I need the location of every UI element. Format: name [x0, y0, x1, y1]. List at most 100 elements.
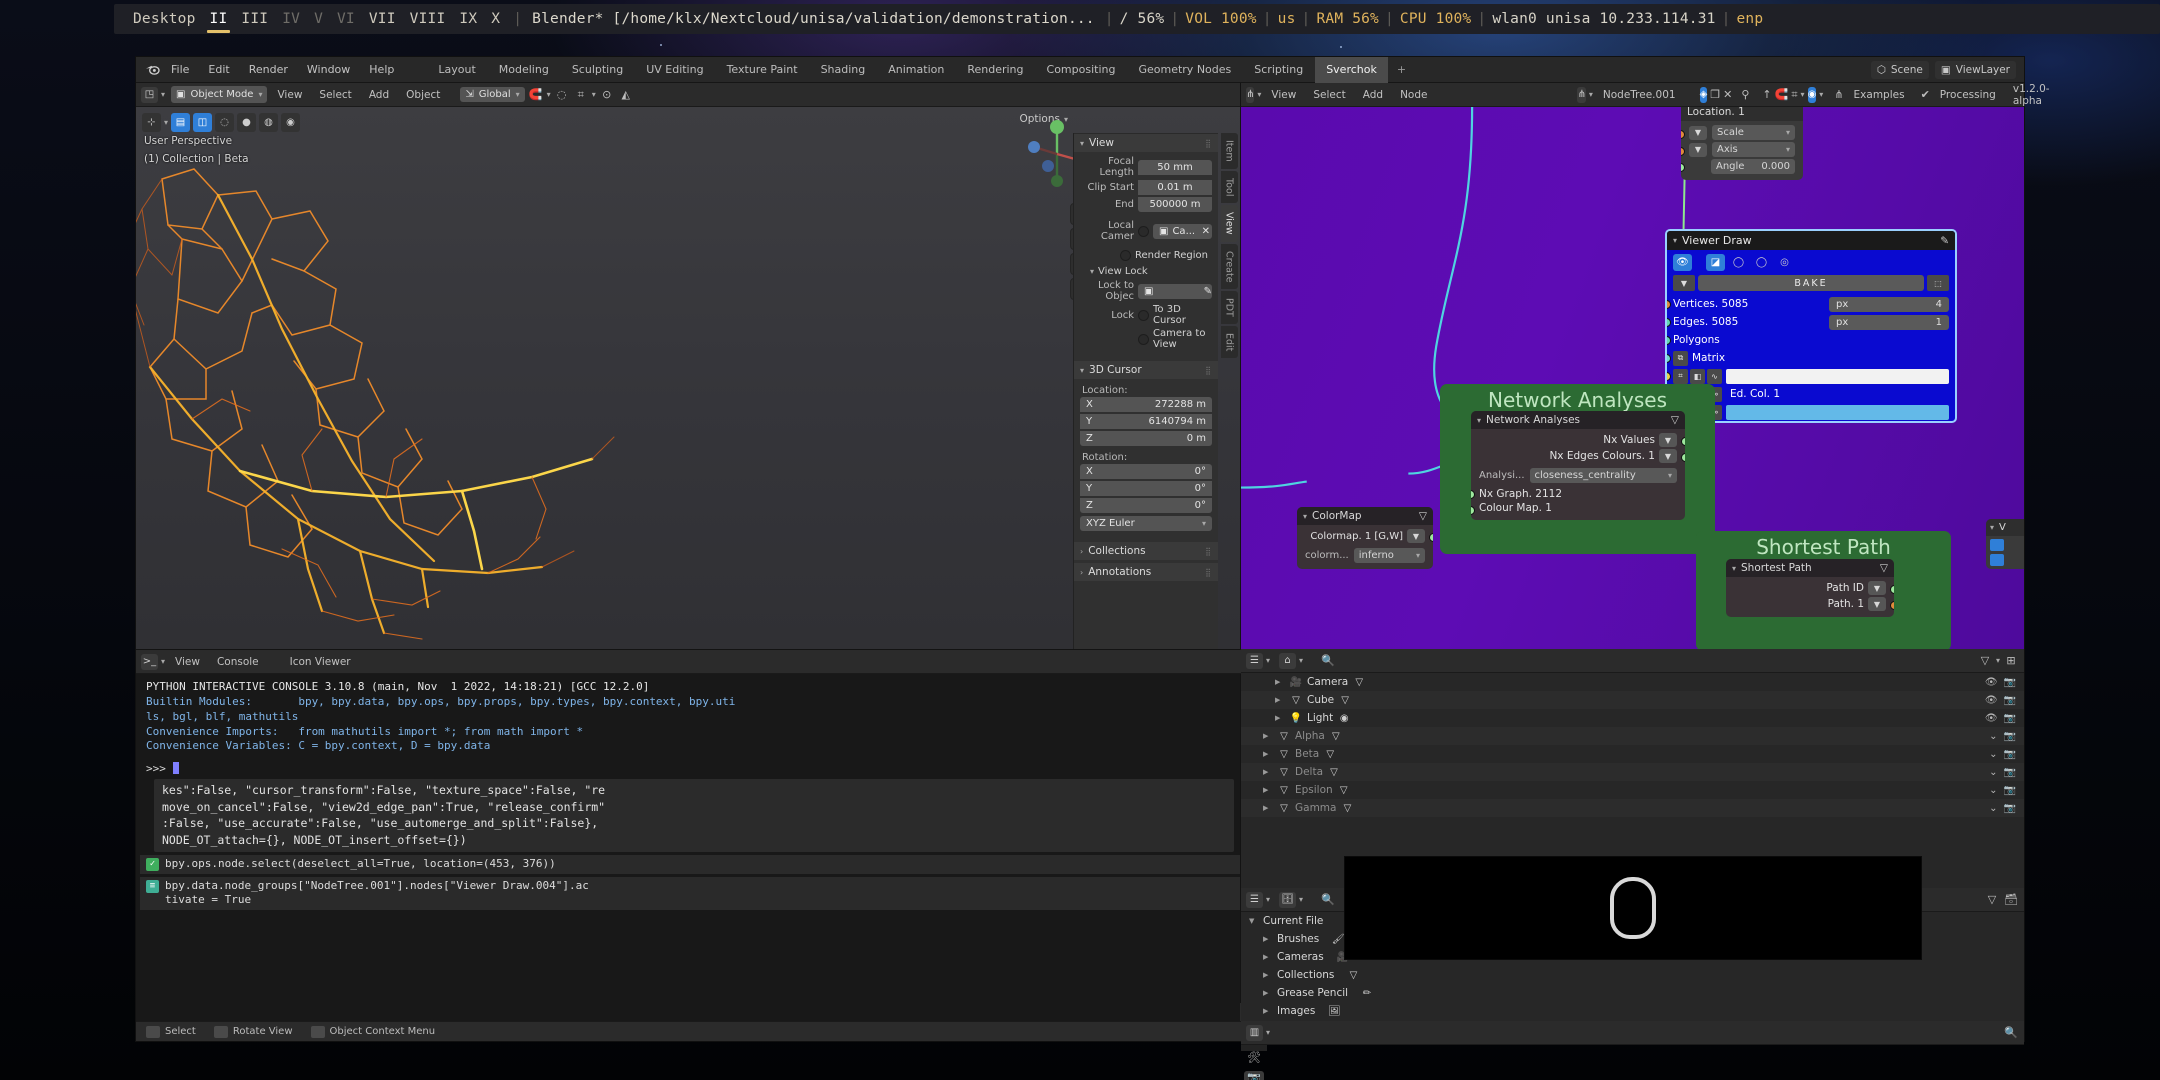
n-panel-tab-tool[interactable]: Tool: [1220, 170, 1238, 204]
bake-button[interactable]: BAKE: [1698, 275, 1924, 291]
workspace-tab-shading[interactable]: Shading: [810, 57, 877, 83]
workspace-viii[interactable]: VIII: [403, 11, 453, 27]
menu-edit[interactable]: Edit: [199, 60, 238, 79]
bake-dropdown-icon[interactable]: ▼: [1673, 275, 1695, 291]
outliner-filter-icon[interactable]: ▽: [1977, 653, 1993, 669]
node-parent-icon[interactable]: ↑: [1762, 87, 1771, 103]
tab-render-icon[interactable]: 📷: [1244, 1071, 1264, 1080]
path-output-socket[interactable]: [1890, 601, 1894, 610]
n-panel-tab-pdt[interactable]: PDT: [1220, 291, 1238, 325]
blendf-search-icon[interactable]: 🔍: [1320, 892, 1336, 908]
processing-check-icon[interactable]: ✔: [1921, 87, 1930, 103]
viewport-shading-material-icon[interactable]: ◍: [259, 113, 279, 132]
node-menu-select[interactable]: Select: [1306, 87, 1352, 103]
outliner-row-camera[interactable]: ▶ 🎥 Camera ▽ 👁 📷: [1241, 673, 2024, 691]
nx-values-output-socket[interactable]: [1681, 437, 1685, 446]
expand-triangle-icon[interactable]: ▶: [1263, 971, 1273, 979]
visibility-eye-icon[interactable]: ⌄: [1989, 731, 1997, 742]
node-overlays-icon[interactable]: ◉: [1807, 86, 1817, 103]
viewport-shading-solid-icon[interactable]: ●: [237, 113, 257, 132]
workspace-ii[interactable]: II: [203, 11, 235, 33]
visibility-eye-icon[interactable]: ⌄: [1989, 803, 1997, 814]
render-camera-icon[interactable]: 📷: [2004, 749, 2016, 760]
scale-enum-field[interactable]: Scale ▾: [1712, 125, 1795, 140]
node-menu-add[interactable]: Add: [1356, 87, 1390, 103]
annotations-panel-header[interactable]: › Annotations ⣿: [1074, 563, 1218, 581]
viewport-shading-render-icon[interactable]: ◉: [281, 113, 301, 132]
root-expand-icon[interactable]: ▼: [1249, 917, 1259, 925]
clip-end-field[interactable]: 500000 m: [1138, 197, 1212, 212]
workspace-tab-modeling[interactable]: Modeling: [488, 57, 560, 83]
colormap-node-icon[interactable]: ▽: [1419, 510, 1427, 522]
n-panel-tab-create[interactable]: Create: [1220, 243, 1238, 290]
menu-file[interactable]: File: [162, 60, 198, 79]
render-camera-icon[interactable]: 📷: [2004, 785, 2016, 796]
object-mode-selector[interactable]: ▣ Object Mode ▾: [171, 86, 268, 103]
vertex-color-swatch[interactable]: [1726, 368, 1949, 384]
viewport-menu-add[interactable]: Add: [362, 87, 396, 103]
path-id-output-socket[interactable]: [1890, 585, 1894, 594]
add-workspace-button[interactable]: +: [1389, 57, 1414, 83]
clear-camera-icon[interactable]: ✕: [1202, 226, 1212, 237]
sverchok-node-icon[interactable]: ▽: [1671, 414, 1679, 426]
expand-triangle-icon[interactable]: ▶: [1263, 935, 1273, 943]
proportional-falloff-icon[interactable]: ⌗: [573, 87, 589, 103]
viewer-stub-toggle-2[interactable]: [1990, 554, 2004, 566]
shading-mode-icon[interactable]: ◭: [618, 87, 634, 103]
render-region-toggle[interactable]: [1120, 250, 1131, 261]
lock-to-cursor-toggle[interactable]: [1138, 309, 1149, 321]
colour-map-input-socket[interactable]: [1471, 506, 1475, 515]
visibility-eye-icon[interactable]: ⌄: [1989, 749, 1997, 760]
viewport-menu-object[interactable]: Object: [399, 87, 447, 103]
n-panel-tab-edit[interactable]: Edit: [1220, 326, 1238, 359]
outliner-display-mode-icon[interactable]: ⌂: [1279, 652, 1297, 669]
expand-triangle-icon[interactable]: ▶: [1263, 786, 1273, 794]
node-menu-node[interactable]: Node: [1393, 87, 1434, 103]
cursor-loc-z-field[interactable]: Z 0 m: [1080, 431, 1212, 446]
n-panel-tab-view[interactable]: View: [1220, 205, 1238, 242]
vertices-input-socket[interactable]: [1667, 300, 1671, 309]
analysis-enum-field[interactable]: closeness_centrality ▾: [1529, 468, 1677, 483]
nx-values-dropdown[interactable]: ▼: [1659, 433, 1677, 447]
visibility-eye-icon[interactable]: ⌄: [1989, 785, 1997, 796]
expand-triangle-icon[interactable]: ▶: [1263, 732, 1273, 740]
blendf-filter-icon[interactable]: ▽: [1984, 892, 2000, 908]
python-console-output[interactable]: PYTHON INTERACTIVE CONSOLE 3.10.8 (main,…: [136, 674, 1240, 1021]
workspace-vii[interactable]: VII: [362, 11, 403, 27]
transform-orientation-selector[interactable]: ⇲ Global ▾: [460, 87, 525, 102]
info-log-row[interactable]: ✓ bpy.ops.node.select(deselect_all=True, …: [140, 854, 1240, 874]
edges-input-socket[interactable]: [1667, 318, 1671, 327]
visibility-eye-icon[interactable]: 👁: [1985, 713, 1998, 724]
node-tree-pin2-icon[interactable]: ⚲: [1741, 87, 1749, 103]
workspace-iv[interactable]: IV: [275, 11, 307, 27]
console-editor-type-icon[interactable]: >_: [141, 653, 158, 670]
expand-triangle-icon[interactable]: ▶: [1275, 678, 1285, 686]
view-panel-header[interactable]: ▾ View ⣿: [1074, 133, 1218, 152]
path-id-dropdown[interactable]: ▼: [1868, 581, 1886, 595]
blendf-display-mode-icon[interactable]: 🗄: [1279, 891, 1297, 908]
properties-editor-type-icon[interactable]: ▥: [1246, 1024, 1263, 1041]
colormap-node[interactable]: ▾ ColorMap ▽ Colormap. 1 [G,W] ▼ colorm.…: [1297, 507, 1433, 569]
node-tree-copy-icon[interactable]: ❐: [1710, 87, 1720, 103]
workspace-tab-scripting[interactable]: Scripting: [1243, 57, 1314, 83]
scale-input-socket[interactable]: [1681, 130, 1685, 139]
render-camera-icon[interactable]: 📷: [2004, 767, 2016, 778]
outliner-editor-type-icon[interactable]: ☰: [1246, 652, 1263, 669]
outliner-row-beta[interactable]: ▶ ▽ Beta ▽ ⌄ 📷: [1241, 745, 2024, 763]
cursor-panel-header[interactable]: ▾ 3D Cursor ⣿: [1074, 361, 1218, 379]
workspace-tab-sverchok[interactable]: Sverchok: [1315, 56, 1388, 83]
outliner-row-delta[interactable]: ▶ ▽ Delta ▽ ⌄ 📷: [1241, 763, 2024, 781]
collections-panel-header[interactable]: › Collections ⣿: [1074, 542, 1218, 560]
scale-dropdown-button[interactable]: ▼: [1689, 125, 1707, 140]
node-tree-name[interactable]: NodeTree.001: [1596, 87, 1683, 103]
scene-selector[interactable]: ⬡ Scene: [1870, 60, 1929, 79]
workspace-ix[interactable]: IX: [452, 11, 484, 27]
viewer-show-matrix-icon[interactable]: ◎: [1775, 254, 1794, 271]
viewer-visibility-icon[interactable]: 👁: [1673, 254, 1692, 271]
nx-edges-colours-output-socket[interactable]: [1681, 453, 1685, 462]
node-menu-view[interactable]: View: [1264, 87, 1303, 103]
workspace-tab-layout[interactable]: Layout: [427, 57, 486, 83]
outliner-row-epsilon[interactable]: ▶ ▽ Epsilon ▽ ⌄ 📷: [1241, 781, 2024, 799]
cursor-rot-z-field[interactable]: Z 0°: [1080, 498, 1212, 513]
workspace-desktop[interactable]: Desktop: [126, 11, 203, 27]
